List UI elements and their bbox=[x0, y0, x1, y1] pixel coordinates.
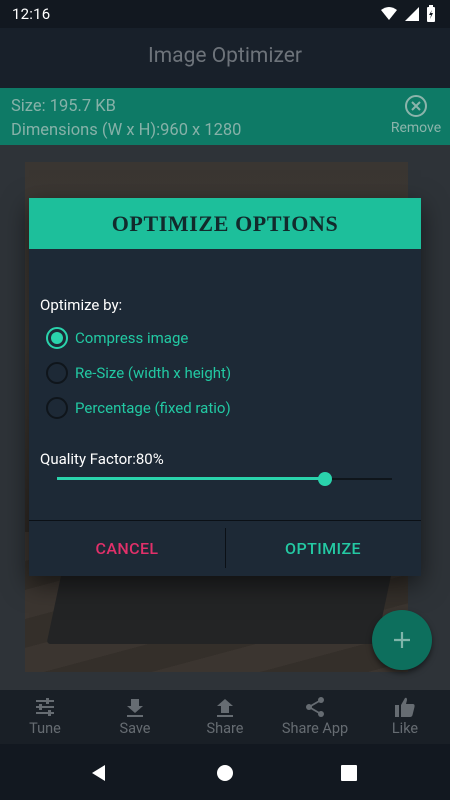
quality-factor-label: Quality Factor:80% bbox=[40, 450, 164, 468]
slider-fill bbox=[57, 477, 325, 480]
image-size: Size: 195.7 KB bbox=[11, 97, 116, 116]
image-info: Size: 195.7 KB Dimensions (W x H):960 x … bbox=[11, 95, 241, 143]
optimize-button[interactable]: OPTIMIZE bbox=[225, 521, 421, 576]
bottom-nav: Tune Save Share Share App Like bbox=[0, 690, 450, 744]
option-compress-image[interactable]: Compress image bbox=[46, 327, 188, 349]
nav-share-app[interactable]: Share App bbox=[270, 690, 360, 744]
app-title: Image Optimizer bbox=[148, 44, 302, 68]
recents-icon[interactable] bbox=[341, 764, 357, 782]
battery-icon bbox=[427, 5, 435, 22]
back-icon[interactable] bbox=[90, 764, 108, 782]
radio-button[interactable] bbox=[46, 397, 68, 419]
optimize-by-label: Optimize by: bbox=[40, 296, 123, 314]
remove-button[interactable]: Remove bbox=[388, 94, 444, 136]
thumb-up-icon bbox=[395, 697, 415, 717]
nav-tune[interactable]: Tune bbox=[0, 690, 90, 744]
app-bar: Image Optimizer bbox=[0, 28, 450, 88]
close-circle-icon bbox=[405, 95, 427, 117]
home-icon[interactable] bbox=[216, 764, 234, 782]
quality-slider[interactable] bbox=[57, 472, 392, 486]
nav-like-label: Like bbox=[391, 720, 419, 737]
nav-tune-label: Tune bbox=[29, 720, 61, 737]
option-label: Compress image bbox=[75, 329, 189, 347]
tune-icon bbox=[36, 698, 54, 716]
status-time: 12:16 bbox=[12, 5, 51, 23]
remove-label: Remove bbox=[390, 120, 442, 136]
download-icon bbox=[127, 699, 143, 717]
nav-share-label: Share bbox=[206, 720, 244, 737]
nav-like[interactable]: Like bbox=[360, 690, 450, 744]
signal-icon bbox=[405, 7, 419, 21]
plus-icon bbox=[394, 632, 410, 648]
nav-save-label: Save bbox=[119, 720, 151, 737]
upload-icon bbox=[217, 699, 233, 717]
wifi-icon bbox=[381, 7, 397, 20]
nav-share-app-label: Share App bbox=[281, 720, 349, 737]
radio-button[interactable] bbox=[46, 327, 68, 349]
system-nav-bar bbox=[0, 744, 450, 800]
nav-share[interactable]: Share bbox=[180, 690, 270, 744]
share-icon bbox=[306, 697, 324, 717]
option-percentage[interactable]: Percentage (fixed ratio) bbox=[46, 397, 231, 419]
status-icons bbox=[380, 5, 436, 23]
nav-save[interactable]: Save bbox=[90, 690, 180, 744]
image-mat bbox=[46, 564, 394, 644]
dialog-title: OPTIMIZE OPTIONS bbox=[111, 210, 339, 236]
option-resize[interactable]: Re-Size (width x height) bbox=[46, 362, 231, 384]
radio-button[interactable] bbox=[46, 362, 68, 384]
status-bar: 12:16 bbox=[0, 0, 450, 28]
dialog-header: OPTIMIZE OPTIONS bbox=[29, 198, 421, 249]
image-info-bar: Size: 195.7 KB Dimensions (W x H):960 x … bbox=[0, 88, 450, 145]
option-label: Percentage (fixed ratio) bbox=[75, 399, 231, 417]
add-button[interactable] bbox=[372, 610, 432, 670]
slider-thumb[interactable] bbox=[318, 472, 332, 486]
optimize-options-dialog: OPTIMIZE OPTIONS Optimize by: Compress i… bbox=[29, 198, 421, 576]
option-label: Re-Size (width x height) bbox=[75, 364, 232, 382]
image-dimensions: Dimensions (W x H):960 x 1280 bbox=[11, 121, 242, 140]
cancel-button[interactable]: CANCEL bbox=[29, 521, 225, 576]
